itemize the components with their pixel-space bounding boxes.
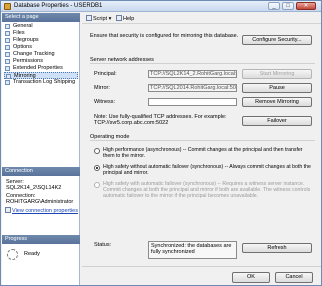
page-icon xyxy=(5,80,10,85)
connection-header: Connection xyxy=(2,167,80,176)
mirror-label: Mirror: xyxy=(94,85,110,91)
auto-failover-text: High safety with automatic failover (syn… xyxy=(103,181,311,199)
help-button[interactable]: Help xyxy=(116,15,134,22)
note-line-2: TCP://svr5.corp.abc.com:5022 xyxy=(94,120,169,126)
high-safety-radio[interactable] xyxy=(94,165,100,171)
witness-label: Witness: xyxy=(94,99,116,105)
minimize-button[interactable]: _ xyxy=(268,2,280,10)
page-icon xyxy=(5,24,10,29)
server-value: SQL2K14_2\SQL14K2 xyxy=(6,185,62,191)
mirroring-page: Script ▾ Help Ensure that security is co… xyxy=(82,13,321,285)
status-label: Status: xyxy=(94,242,112,248)
ok-button[interactable]: OK xyxy=(232,272,270,283)
configure-security-button[interactable]: Configure Security... xyxy=(242,35,312,45)
page-filegroups[interactable]: Filegroups xyxy=(4,37,78,44)
database-icon xyxy=(4,3,11,10)
page-files[interactable]: Files xyxy=(4,30,78,37)
page-icon xyxy=(5,31,10,36)
failover-button[interactable]: Failover xyxy=(242,116,312,126)
page-mirroring[interactable]: Mirroring xyxy=(4,72,78,79)
cancel-button[interactable]: Cancel xyxy=(275,272,313,283)
page-icon xyxy=(5,45,10,50)
connection-value: ROHITGARG\Administrator xyxy=(6,199,74,205)
pause-button[interactable]: Pause xyxy=(242,83,312,93)
page-icon xyxy=(5,66,10,71)
divider xyxy=(90,140,315,141)
properties-icon xyxy=(5,207,11,213)
page-icon xyxy=(5,38,10,43)
maximize-button[interactable]: □ xyxy=(282,2,294,10)
principal-label: Principal: xyxy=(94,71,117,77)
page-extended-properties[interactable]: Extended Properties xyxy=(4,65,78,72)
page-general[interactable]: General xyxy=(4,23,78,30)
page-icon xyxy=(5,52,10,57)
progress-header: Progress xyxy=(2,235,80,244)
script-button[interactable]: Script ▾ xyxy=(86,15,111,22)
progress-status: Ready xyxy=(24,251,40,257)
principal-address-field[interactable]: TCP://SQL2K14_2.RohitGarg.local:5022 xyxy=(148,70,237,78)
select-page-header: Select a page xyxy=(2,13,80,22)
status-value: Synchronized: the databases are fully sy… xyxy=(148,241,237,259)
high-performance-radio[interactable] xyxy=(94,148,100,154)
mirror-address-field[interactable]: TCP://SQL2014.RohitGarg.local:5022 xyxy=(148,84,237,92)
remove-mirroring-button[interactable]: Remove Mirroring xyxy=(242,97,312,107)
divider xyxy=(90,63,315,64)
script-icon xyxy=(86,15,92,21)
progress-spinner-icon xyxy=(7,249,18,260)
left-pane: Select a page General Files Filegroups O… xyxy=(2,13,80,285)
page-transaction-log-shipping[interactable]: Transaction Log Shipping xyxy=(4,79,78,86)
high-safety-text: High safety without automatic failover (… xyxy=(103,164,311,176)
auto-failover-radio[interactable] xyxy=(94,182,100,188)
refresh-button[interactable]: Refresh xyxy=(242,243,312,253)
title-bar: Database Properties - USERDB1 _ □ ✕ xyxy=(1,1,321,12)
security-note: Ensure that security is configured for m… xyxy=(90,33,239,39)
view-connection-properties-link[interactable]: View connection properties xyxy=(5,207,78,214)
page-permissions[interactable]: Permissions xyxy=(4,58,78,65)
toolbar: Script ▾ Help xyxy=(82,13,321,24)
dialog-window: Database Properties - USERDB1 _ □ ✕ Sele… xyxy=(0,0,322,286)
divider xyxy=(82,266,321,267)
page-options[interactable]: Options xyxy=(4,44,78,51)
page-change-tracking[interactable]: Change Tracking xyxy=(4,51,78,58)
high-performance-text: High performance (asynchronous) -- Commi… xyxy=(103,147,303,159)
help-icon xyxy=(116,15,122,21)
page-icon xyxy=(5,59,10,64)
witness-address-field[interactable] xyxy=(148,98,237,106)
start-mirroring-button[interactable]: Start Mirroring xyxy=(242,69,312,79)
close-button[interactable]: ✕ xyxy=(296,2,316,10)
window-title: Database Properties - USERDB1 xyxy=(14,3,103,9)
